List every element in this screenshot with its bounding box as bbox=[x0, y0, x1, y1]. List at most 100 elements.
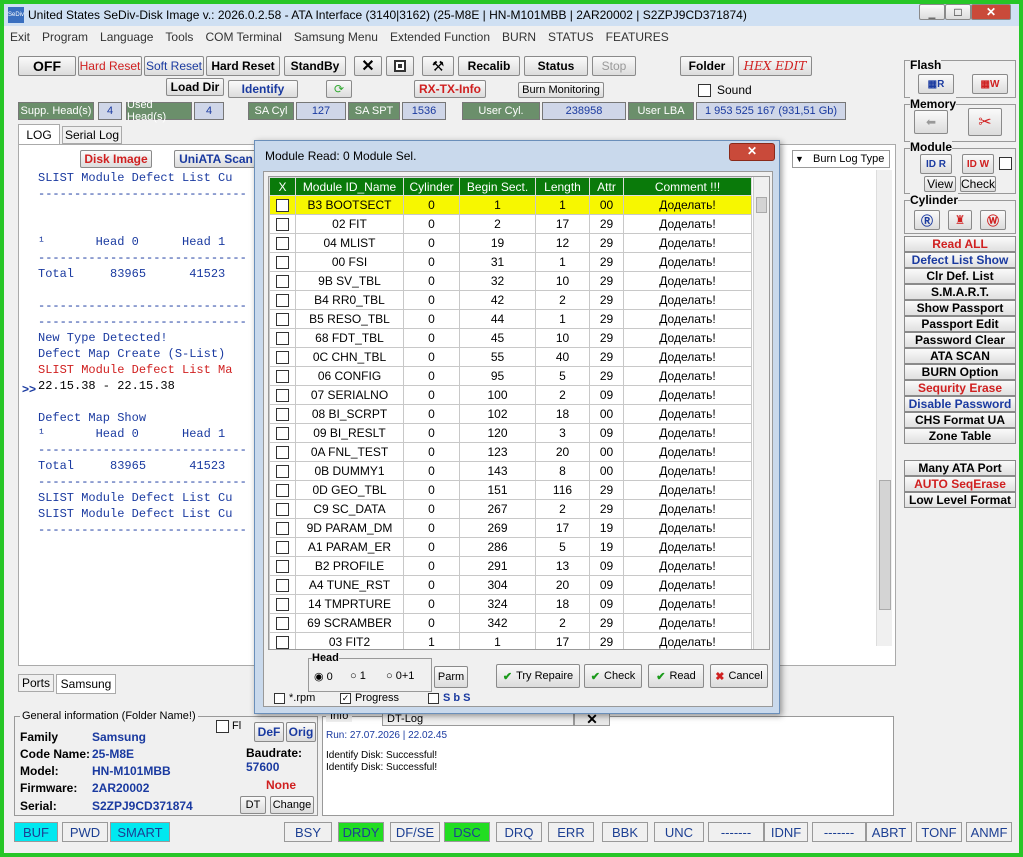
save-button[interactable] bbox=[386, 56, 414, 76]
row-check-box[interactable] bbox=[276, 313, 289, 327]
row-checkbox[interactable] bbox=[269, 404, 296, 424]
cylinder-tool-button[interactable]: ♜ bbox=[948, 210, 972, 230]
check-module-button[interactable]: Check bbox=[960, 176, 996, 192]
soft-reset-button[interactable]: Soft Reset bbox=[144, 56, 204, 76]
right-button[interactable]: Password Clear bbox=[904, 332, 1016, 348]
uniata-scan-button[interactable]: UniATA Scan bbox=[174, 150, 258, 168]
table-row[interactable]: 9B SV_TBL 0 32 10 29 Доделать! bbox=[269, 271, 752, 291]
row-check-box[interactable] bbox=[276, 237, 289, 251]
row-check-box[interactable] bbox=[276, 389, 289, 403]
right-button[interactable]: Defect List Show bbox=[904, 252, 1016, 268]
try-repair-button[interactable]: ✔ Try Repaire bbox=[496, 664, 580, 688]
burn-monitoring-button[interactable]: Burn Monitoring bbox=[518, 82, 604, 98]
dt-button[interactable]: DT bbox=[240, 796, 266, 814]
tab-ports[interactable]: Ports bbox=[18, 674, 54, 692]
table-row[interactable]: 0A FNL_TEST 0 123 20 00 Доделать! bbox=[269, 442, 752, 462]
table-row[interactable]: 09 BI_RESLT 0 120 3 09 Доделать! bbox=[269, 423, 752, 443]
menu-tools[interactable]: Tools bbox=[165, 30, 193, 44]
table-row[interactable]: 04 MLIST 0 19 12 29 Доделать! bbox=[269, 233, 752, 253]
row-checkbox[interactable] bbox=[269, 499, 296, 519]
sound-checkbox[interactable]: Sound bbox=[698, 83, 752, 97]
row-checkbox[interactable] bbox=[269, 271, 296, 291]
row-check-box[interactable] bbox=[276, 560, 289, 574]
head-1-radio[interactable]: ○ 1 bbox=[350, 670, 366, 682]
right-button[interactable]: Disable Password bbox=[904, 396, 1016, 412]
col-cylinder[interactable]: Cylinder bbox=[403, 177, 460, 196]
row-checkbox[interactable] bbox=[269, 518, 296, 538]
check-button[interactable]: ✔ Check bbox=[584, 664, 642, 688]
table-row[interactable]: 0C CHN_TBL 0 55 40 29 Доделать! bbox=[269, 347, 752, 367]
row-checkbox[interactable] bbox=[269, 366, 296, 386]
row-check-box[interactable] bbox=[276, 332, 289, 346]
table-row[interactable]: 02 FIT 0 2 17 29 Доделать! bbox=[269, 214, 752, 234]
menu-burn[interactable]: BURN bbox=[502, 30, 536, 44]
right-button[interactable]: S.M.A.R.T. bbox=[904, 284, 1016, 300]
off-button[interactable]: OFF bbox=[18, 56, 76, 76]
row-checkbox[interactable] bbox=[269, 347, 296, 367]
row-checkbox[interactable] bbox=[269, 480, 296, 500]
row-checkbox[interactable] bbox=[269, 309, 296, 329]
col-begin[interactable]: Begin Sect. bbox=[459, 177, 536, 196]
sbs-checkbox[interactable]: S b S bbox=[428, 692, 471, 704]
menu-samsung[interactable]: Samsung Menu bbox=[294, 30, 378, 44]
identify-button[interactable]: Identify bbox=[228, 80, 298, 98]
right-button[interactable]: Show Passport bbox=[904, 300, 1016, 316]
disk-image-button[interactable]: Disk Image bbox=[80, 150, 152, 168]
row-checkbox[interactable] bbox=[269, 290, 296, 310]
row-checkbox[interactable] bbox=[269, 214, 296, 234]
row-check-box[interactable] bbox=[276, 541, 289, 555]
table-row[interactable]: 14 TMPRTURE 0 324 18 09 Доделать! bbox=[269, 594, 752, 614]
table-row[interactable]: 69 SCRAMBER 0 342 2 29 Доделать! bbox=[269, 613, 752, 633]
right-button[interactable]: Read ALL bbox=[904, 236, 1016, 252]
tab-samsung[interactable]: Samsung bbox=[56, 674, 116, 694]
col-length[interactable]: Length bbox=[535, 177, 590, 196]
tab-log[interactable]: LOG bbox=[18, 124, 60, 144]
right-button[interactable]: Passport Edit bbox=[904, 316, 1016, 332]
module-read-button[interactable]: ID R bbox=[920, 154, 952, 174]
table-scrollbar[interactable] bbox=[753, 177, 769, 649]
row-checkbox[interactable] bbox=[269, 442, 296, 462]
rx-tx-info-button[interactable]: RX-TX-Info bbox=[414, 80, 486, 98]
row-check-box[interactable] bbox=[276, 294, 289, 308]
right-button[interactable]: BURN Option bbox=[904, 364, 1016, 380]
cancel-x-button[interactable]: ✕ bbox=[354, 56, 382, 76]
head-0-radio[interactable]: ◉ 0 bbox=[314, 670, 333, 683]
table-row[interactable]: A4 TUNE_RST 0 304 20 09 Доделать! bbox=[269, 575, 752, 595]
side-arrow[interactable]: >> bbox=[22, 382, 36, 396]
table-row[interactable]: 00 FSI 0 31 1 29 Доделать! bbox=[269, 252, 752, 272]
table-row[interactable]: 9D PARAM_DM 0 269 17 19 Доделать! bbox=[269, 518, 752, 538]
module-checkbox[interactable] bbox=[999, 157, 1012, 170]
row-check-box[interactable] bbox=[276, 465, 289, 479]
close-button[interactable]: ✕ bbox=[971, 4, 1011, 20]
folder-button[interactable]: Folder bbox=[680, 56, 734, 76]
col-comment[interactable]: Comment !!! bbox=[623, 177, 752, 196]
row-checkbox[interactable] bbox=[269, 613, 296, 633]
table-row[interactable]: B2 PROFILE 0 291 13 09 Доделать! bbox=[269, 556, 752, 576]
cylinder-read-button[interactable]: Ⓡ bbox=[914, 210, 940, 230]
table-row[interactable]: 68 FDT_TBL 0 45 10 29 Доделать! bbox=[269, 328, 752, 348]
row-check-box[interactable] bbox=[276, 427, 289, 441]
cylinder-write-button[interactable]: Ⓦ bbox=[980, 210, 1006, 230]
table-row[interactable]: 0B DUMMY1 0 143 8 00 Доделать! bbox=[269, 461, 752, 481]
row-check-box[interactable] bbox=[276, 617, 289, 631]
menu-com-terminal[interactable]: COM Terminal bbox=[205, 30, 281, 44]
col-x[interactable]: X bbox=[269, 177, 296, 196]
hex-edit-button[interactable]: HEX EDIT bbox=[738, 56, 812, 76]
menu-status[interactable]: STATUS bbox=[548, 30, 594, 44]
hard-reset-button[interactable]: Hard Reset bbox=[206, 56, 280, 76]
log-scrollbar[interactable] bbox=[876, 170, 892, 646]
memory-read-button[interactable]: ⬅ bbox=[914, 110, 948, 134]
row-checkbox[interactable] bbox=[269, 233, 296, 253]
table-row[interactable]: B5 RESO_TBL 0 44 1 29 Доделать! bbox=[269, 309, 752, 329]
table-row[interactable]: B4 RR0_TBL 0 42 2 29 Доделать! bbox=[269, 290, 752, 310]
progress-box[interactable]: ✓ bbox=[340, 692, 351, 704]
memory-write-button[interactable]: ✂ bbox=[968, 108, 1002, 136]
tools-button[interactable]: ⚒ bbox=[422, 56, 454, 76]
right-button[interactable]: Zone Table bbox=[904, 428, 1016, 444]
row-checkbox[interactable] bbox=[269, 632, 296, 649]
table-row[interactable]: C9 SC_DATA 0 267 2 29 Доделать! bbox=[269, 499, 752, 519]
parm-button[interactable]: Parm bbox=[434, 666, 468, 688]
row-check-box[interactable] bbox=[276, 522, 289, 536]
right-button[interactable]: Clr Def. List bbox=[904, 268, 1016, 284]
table-row[interactable]: 03 FIT2 1 1 17 29 Доделать! bbox=[269, 632, 752, 649]
